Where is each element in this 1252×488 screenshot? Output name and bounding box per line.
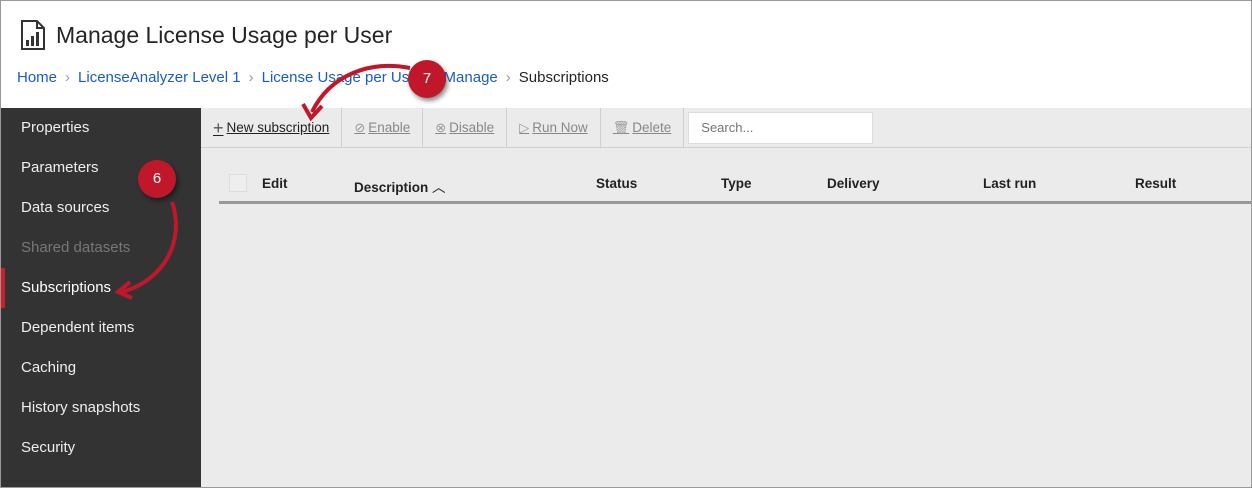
sidebar: Properties Parameters Data sources Share… — [1, 108, 201, 487]
column-last-run[interactable]: Last run — [983, 176, 1036, 191]
toolbar: + New subscription ⊘ Enable ⊗ Disable ▷ Run … — [201, 107, 1251, 148]
report-icon — [21, 20, 45, 50]
sort-ascending-icon: ︿ — [432, 180, 446, 195]
step-6-badge: 6 — [138, 160, 176, 198]
breadcrumb: Home › LicenseAnalyzer Level 1 › License U… — [17, 69, 609, 86]
breadcrumb-folder[interactable]: LicenseAnalyzer Level 1 — [78, 69, 241, 86]
breadcrumb-current: Subscriptions — [518, 69, 609, 86]
sidebar-item-data-sources[interactable]: Data sources — [1, 188, 201, 228]
run-now-button[interactable]: ▷ Run Now — [507, 107, 601, 148]
disable-button[interactable]: ⊗ Disable — [423, 107, 508, 148]
sidebar-item-dependent-items[interactable]: Dependent items — [1, 308, 201, 348]
column-type[interactable]: Type — [721, 176, 752, 191]
column-result[interactable]: Result — [1135, 176, 1176, 191]
enable-button[interactable]: ⊘ Enable — [342, 107, 424, 148]
new-subscription-button[interactable]: + New subscription — [201, 107, 343, 148]
delete-button[interactable]: 🗑 Delete — [601, 107, 685, 148]
chevron-right-icon: › — [505, 69, 511, 86]
page-header: Manage License Usage per User — [20, 20, 392, 50]
main-content: + New subscription ⊘ Enable ⊗ Disable ▷ Run … — [201, 107, 1251, 487]
select-all-checkbox[interactable] — [229, 174, 247, 192]
breadcrumb-manage[interactable]: Manage — [444, 69, 498, 86]
search-input[interactable] — [688, 111, 874, 144]
sidebar-item-shared-datasets: Shared datasets — [21, 239, 131, 256]
breadcrumb-report[interactable]: License Usage per User — [262, 69, 423, 86]
sidebar-item-properties[interactable]: Properties — [1, 108, 201, 148]
column-status[interactable]: Status — [596, 176, 637, 191]
sidebar-item-caching[interactable]: Caching — [1, 348, 201, 388]
sidebar-item-subscriptions[interactable]: Subscriptions — [1, 268, 201, 308]
column-edit[interactable]: Edit — [262, 176, 288, 191]
plus-icon: + — [213, 117, 224, 138]
sidebar-item-security[interactable]: Security — [1, 428, 201, 468]
table-header: Edit Description ︿ Status Type Delivery … — [219, 170, 1251, 204]
trash-icon: 🗑 — [612, 119, 630, 135]
page-title: Manage License Usage per User — [56, 21, 393, 48]
x-circle-icon: ⊗ — [435, 119, 447, 135]
column-description[interactable]: Description ︿ — [354, 176, 446, 196]
chevron-right-icon: › — [248, 69, 254, 86]
check-circle-icon: ⊘ — [354, 119, 366, 135]
column-delivery[interactable]: Delivery — [827, 176, 880, 191]
step-7-badge: 7 — [408, 60, 446, 98]
sidebar-item-history-snapshots[interactable]: History snapshots — [1, 388, 201, 428]
play-icon: ▷ — [519, 119, 530, 135]
breadcrumb-home[interactable]: Home — [17, 69, 57, 86]
chevron-right-icon: › — [65, 69, 71, 86]
